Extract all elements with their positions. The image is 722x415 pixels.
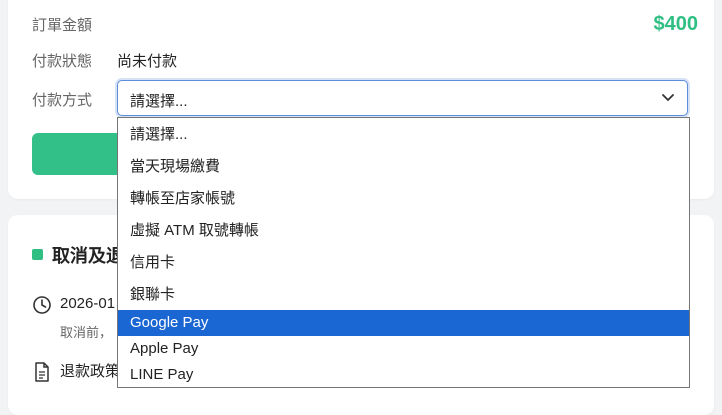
refund-policy-link[interactable]: 退款政策	[60, 360, 120, 381]
option-google-pay[interactable]: Google Pay	[118, 310, 689, 336]
payment-method-select[interactable]: 請選擇...	[117, 80, 688, 116]
cancel-deadline-date: 2026-01	[60, 295, 116, 312]
amount-label: 訂單金額	[32, 17, 93, 34]
option-apple-pay[interactable]: Apple Pay	[118, 336, 689, 362]
option-virtual-atm[interactable]: 虛擬 ATM 取號轉帳	[118, 218, 689, 244]
document-icon	[34, 362, 50, 387]
chevron-down-icon	[661, 90, 675, 109]
clock-icon	[32, 295, 52, 320]
submit-button[interactable]	[32, 133, 122, 175]
section-marker	[32, 249, 43, 260]
option-pay-on-site[interactable]: 當天現場繳費	[118, 154, 689, 180]
payment-method-label: 付款方式	[32, 92, 93, 109]
status-label: 付款狀態	[32, 53, 93, 70]
status-value: 尚未付款	[117, 53, 178, 70]
cancel-deadline-note: 取消前，	[60, 325, 113, 340]
option-bank-transfer[interactable]: 轉帳至店家帳號	[118, 186, 689, 212]
option-line-pay[interactable]: LINE Pay	[118, 362, 689, 387]
option-credit-card[interactable]: 信用卡	[118, 250, 689, 276]
option-unionpay[interactable]: 銀聯卡	[118, 282, 689, 308]
option-please-select[interactable]: 請選擇...	[118, 122, 689, 148]
amount-value: $400	[653, 13, 699, 35]
payment-method-dropdown[interactable]: 請選擇... 當天現場繳費 轉帳至店家帳號 虛擬 ATM 取號轉帳 信用卡 銀聯…	[117, 117, 690, 388]
payment-method-selected-value: 請選擇...	[130, 93, 188, 110]
cancel-section-title: 取消及退	[52, 246, 124, 266]
